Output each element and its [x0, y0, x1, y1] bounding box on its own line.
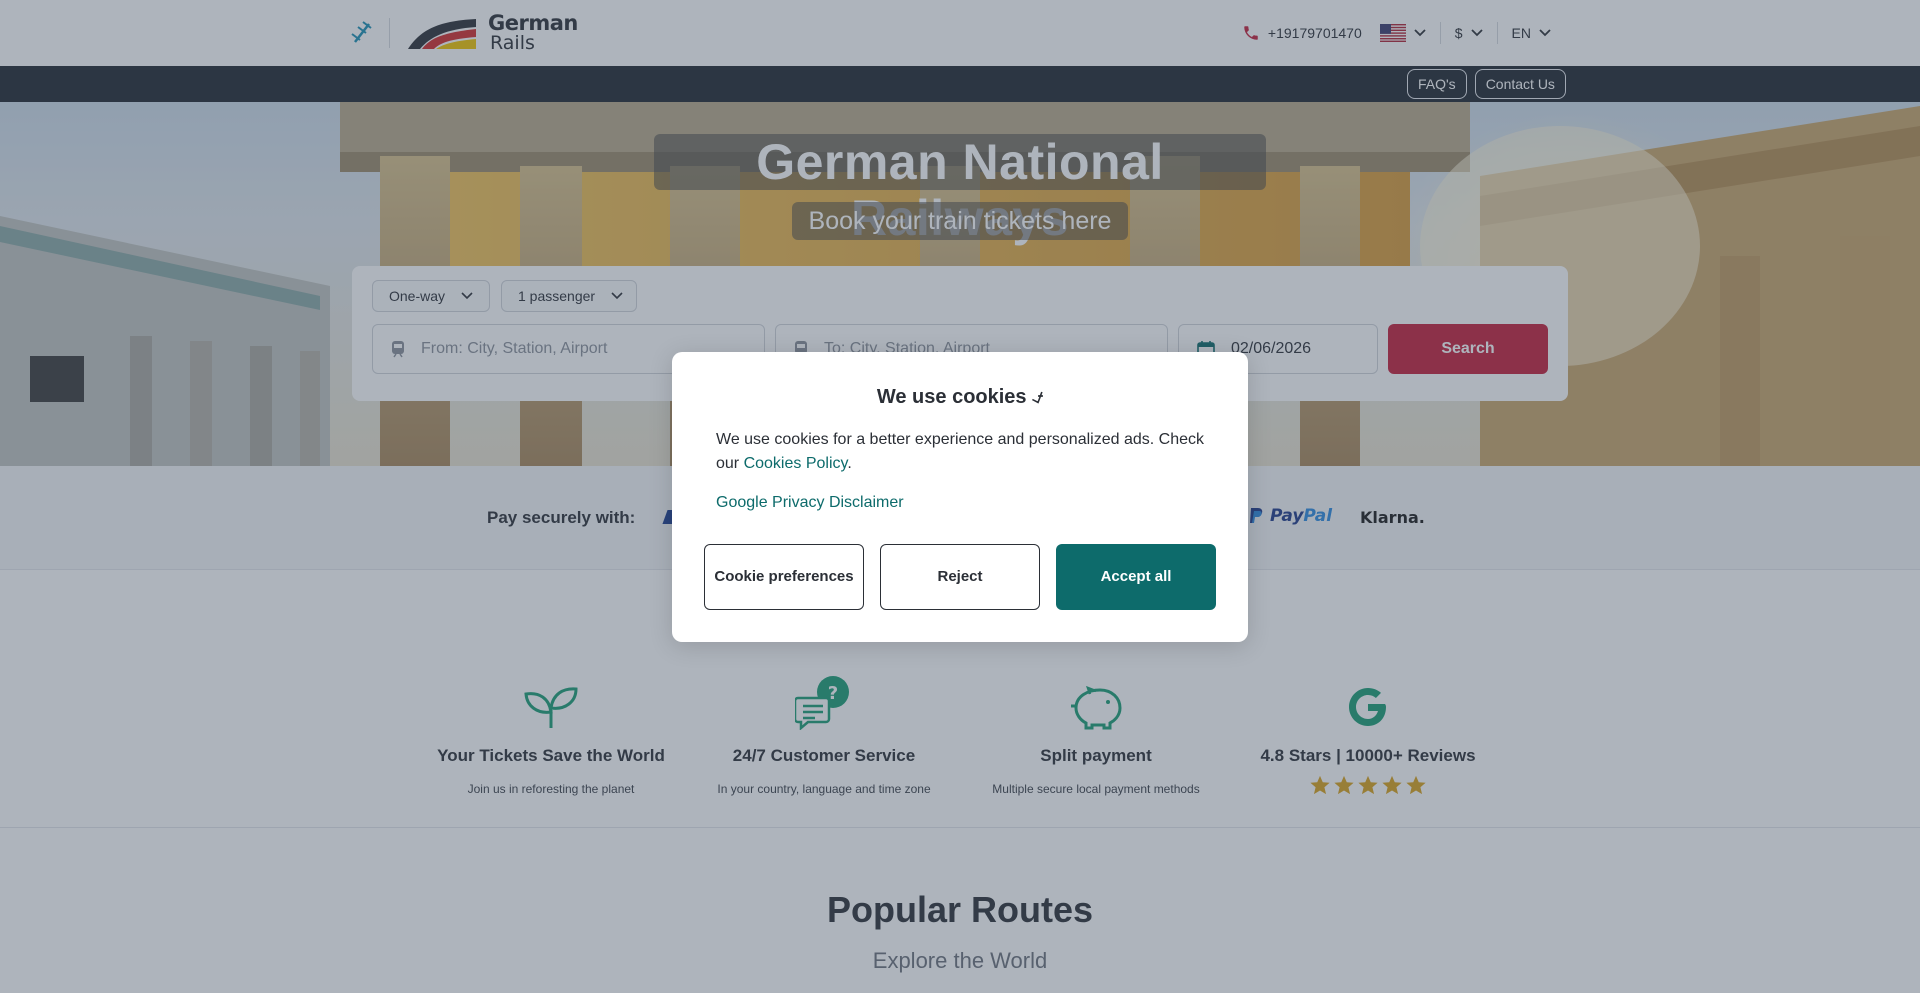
cookie-dialog-body: We use cookies for a better experience a…	[716, 428, 1206, 476]
cookies-policy-link[interactable]: Cookies Policy	[744, 455, 848, 472]
google-privacy-disclaimer-link[interactable]: Google Privacy Disclaimer	[716, 494, 904, 512]
cookie-preferences-button[interactable]: Cookie preferences	[704, 544, 864, 610]
reject-cookies-button[interactable]: Reject	[880, 544, 1040, 610]
cookie-dialog-title: We use cookies ⍻	[876, 386, 1044, 408]
cookie-body-suffix: .	[847, 455, 852, 472]
accept-all-cookies-button[interactable]: Accept all	[1056, 544, 1216, 610]
cookie-consent-dialog: We use cookies ⍻ We use cookies for a be…	[672, 352, 1248, 642]
